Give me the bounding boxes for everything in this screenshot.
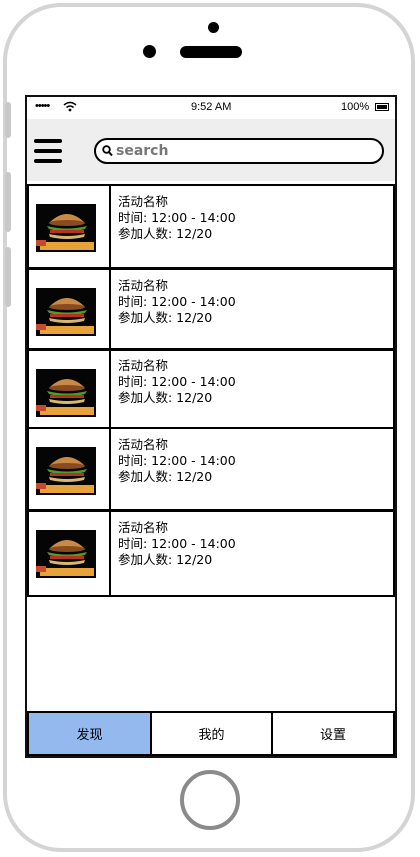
search-input[interactable]: [116, 142, 356, 160]
event-thumbnail: [27, 349, 111, 429]
event-participants: 参加人数: 12/20: [118, 469, 213, 484]
event-list-item[interactable]: 活动名称 时间: 12:00 - 14:00 参加人数: 12/20: [27, 510, 395, 597]
battery-percent: 100%: [341, 101, 370, 113]
signal-strength: •••••: [35, 100, 50, 112]
burger-image: [36, 530, 96, 578]
event-thumbnail: [27, 268, 111, 350]
hamburger-menu-icon[interactable]: [34, 139, 62, 163]
volume-down-button: [5, 247, 11, 307]
event-participants: 参加人数: 12/20: [118, 226, 213, 241]
search-icon: [102, 145, 113, 157]
tab-bar: 发现 我的 设置: [27, 711, 395, 756]
event-list-item[interactable]: 活动名称 时间: 12:00 - 14:00 参加人数: 12/20: [27, 427, 395, 511]
burger-image: [36, 447, 96, 495]
burger-image: [36, 369, 96, 417]
home-button[interactable]: [180, 770, 240, 830]
status-time: 9:52 AM: [191, 101, 232, 113]
event-list-item[interactable]: 活动名称 时间: 12:00 - 14:00 参加人数: 12/20: [27, 184, 395, 269]
front-sensor: [143, 45, 156, 58]
event-thumbnail: [27, 427, 111, 511]
wifi-icon: [63, 101, 77, 112]
event-participants: 参加人数: 12/20: [118, 552, 213, 567]
burger-image: [36, 204, 96, 252]
event-info: 活动名称 时间: 12:00 - 14:00 参加人数: 12/20: [111, 268, 395, 350]
event-participants: 参加人数: 12/20: [118, 310, 213, 325]
camera: [208, 22, 219, 33]
event-participants: 参加人数: 12/20: [118, 390, 213, 405]
tab-mine[interactable]: 我的: [150, 711, 273, 756]
event-info: 活动名称 时间: 12:00 - 14:00 参加人数: 12/20: [111, 349, 395, 429]
event-list-item[interactable]: 活动名称 时间: 12:00 - 14:00 参加人数: 12/20: [27, 349, 395, 429]
event-info: 活动名称 时间: 12:00 - 14:00 参加人数: 12/20: [111, 427, 395, 511]
search-bar[interactable]: [94, 138, 384, 164]
app-screen: ••••• 9:52 AM 100% search 活动名称 时间: 12:00…: [25, 95, 397, 758]
burger-image: [36, 288, 96, 336]
event-info: 活动名称 时间: 12:00 - 14:00 参加人数: 12/20: [111, 184, 395, 269]
app-header: [27, 119, 395, 181]
event-list-item[interactable]: 活动名称 时间: 12:00 - 14:00 参加人数: 12/20: [27, 268, 395, 350]
battery-icon: [375, 103, 389, 111]
tab-settings[interactable]: 设置: [271, 711, 395, 756]
event-thumbnail: [27, 510, 111, 597]
status-bar: ••••• 9:52 AM 100%: [27, 97, 395, 119]
mute-switch: [5, 102, 11, 138]
tab-discover[interactable]: 发现: [27, 711, 152, 756]
event-info: 活动名称 时间: 12:00 - 14:00 参加人数: 12/20: [111, 510, 395, 597]
event-thumbnail: [27, 184, 111, 269]
speaker: [180, 46, 242, 58]
volume-up-button: [5, 172, 11, 232]
